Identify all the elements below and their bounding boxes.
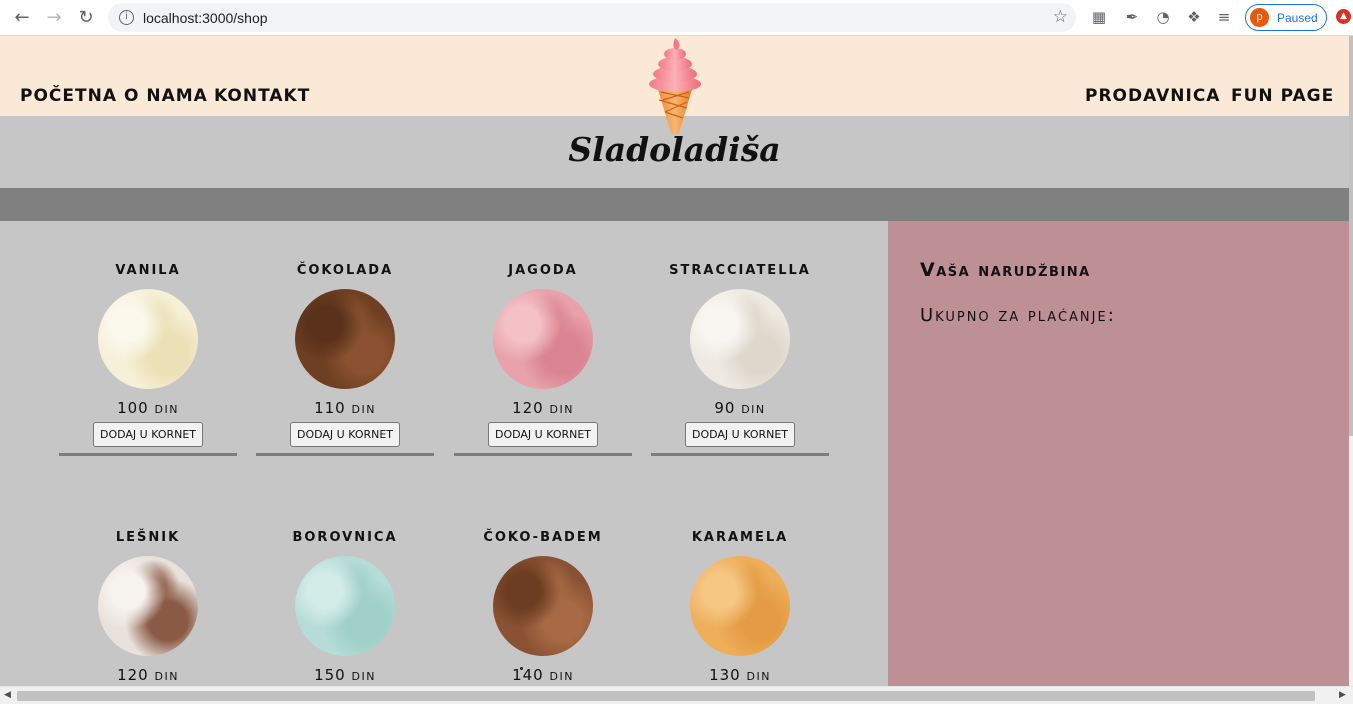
product-price: 150 DIN <box>256 666 434 684</box>
site-info-icon[interactable]: i <box>119 10 134 25</box>
divider-band <box>0 188 1349 221</box>
browser-toolbar: ← → ↻ i localhost:3000/shop ☆ ▦ ✒ ◔ ❖ ≡ … <box>0 0 1353 36</box>
profile-status: Paused <box>1277 10 1318 25</box>
product-name: JAGODA <box>508 263 578 278</box>
nav-link-fun-page[interactable]: FUN PAGE <box>1231 86 1334 106</box>
price-value: 120 <box>512 399 544 417</box>
price-currency: DIN <box>351 670 376 683</box>
price-value: 140 <box>512 666 544 684</box>
separator-dot <box>520 667 523 670</box>
product-card: ČOKO-BADEM140 DINDODAJ U KORNET <box>454 528 632 704</box>
product-card: STRACCIATELLA 90 DIN DODAJ U KORNET <box>651 261 829 456</box>
nav-link-o-nama[interactable]: O NAMA <box>124 86 208 106</box>
price-value: 150 <box>314 666 346 684</box>
order-total-label: Ukupno za plaćanje: <box>920 305 1116 326</box>
product-card: ČOKOLADA 110 DIN DODAJ U KORNET <box>256 261 434 456</box>
url-text[interactable]: localhost:3000/shop <box>143 10 268 26</box>
nav-link-pocetna[interactable]: POČETNA <box>20 86 117 106</box>
add-to-cone-button[interactable]: DODAJ U KORNET <box>289 422 401 447</box>
price-value: 120 <box>117 666 149 684</box>
extension-grid-icon[interactable]: ▦ <box>1089 7 1109 27</box>
scrollbar-thumb[interactable] <box>17 691 1315 701</box>
product-image <box>98 289 198 389</box>
product-price: 120 DIN <box>454 399 632 417</box>
reload-icon[interactable]: ↻ <box>70 2 102 34</box>
price-currency: DIN <box>154 403 179 416</box>
product-image <box>295 289 395 389</box>
site-title: Sladoladiša <box>568 130 781 169</box>
price-currency: DIN <box>154 670 179 683</box>
forward-icon[interactable]: → <box>38 2 70 34</box>
price-currency: DIN <box>549 403 574 416</box>
product-price: 120 DIN <box>59 666 237 684</box>
product-price: 140 DIN <box>454 666 632 684</box>
scroll-right-icon[interactable]: ▶ <box>1339 690 1346 700</box>
nav-link-prodavnica[interactable]: PRODAVNICA <box>1085 86 1220 106</box>
product-price: 90 DIN <box>651 399 829 417</box>
product-card: KARAMELA130 DINDODAJ U KORNET <box>651 528 829 704</box>
product-image <box>493 289 593 389</box>
product-price: 130 DIN <box>651 666 829 684</box>
product-name: VANILA <box>115 263 181 278</box>
order-title: Vaša narudžbina <box>920 259 1091 281</box>
price-value: 130 <box>709 666 741 684</box>
product-image <box>493 556 593 656</box>
add-to-cone-button[interactable]: DODAJ U KORNET <box>487 422 599 447</box>
price-currency: DIN <box>549 670 574 683</box>
product-name: ČOKO-BADEM <box>483 530 603 545</box>
product-image <box>295 556 395 656</box>
ice-cream-cone-logo[interactable] <box>643 36 707 136</box>
card-divider <box>59 453 237 456</box>
product-card: VANILA 100 DIN DODAJ U KORNET <box>59 261 237 456</box>
back-icon[interactable]: ← <box>6 2 38 34</box>
media-control-icon[interactable]: ≡ <box>1214 7 1234 27</box>
price-value: 110 <box>314 399 346 417</box>
eyedropper-icon[interactable]: ✒ <box>1122 7 1142 27</box>
card-divider <box>454 453 632 456</box>
card-divider <box>256 453 434 456</box>
product-card: BOROVNICA150 DINDODAJ U KORNET <box>256 528 434 704</box>
product-name: STRACCIATELLA <box>669 263 811 278</box>
price-currency: DIN <box>746 670 771 683</box>
update-icon[interactable]: ▲ <box>1336 9 1351 24</box>
product-price: 110 DIN <box>256 399 434 417</box>
product-card: JAGODA 120 DIN DODAJ U KORNET <box>454 261 632 456</box>
add-to-cone-button[interactable]: DODAJ U KORNET <box>92 422 204 447</box>
product-name: ČOKOLADA <box>296 263 394 278</box>
price-value: 100 <box>117 399 149 417</box>
add-to-cone-button[interactable]: DODAJ U KORNET <box>684 422 796 447</box>
profile-button[interactable]: p Paused <box>1245 4 1327 31</box>
order-panel: Vaša narudžbina Ukupno za plaćanje: <box>888 221 1349 704</box>
extension-circle-icon[interactable]: ◔ <box>1153 7 1173 27</box>
product-name: KARAMELA <box>691 530 789 545</box>
address-bar[interactable]: i localhost:3000/shop ☆ <box>108 3 1076 32</box>
product-name: BOROVNICA <box>292 530 398 545</box>
bookmark-star-icon[interactable]: ☆ <box>1053 7 1068 27</box>
nav-link-kontakt[interactable]: KONTAKT <box>214 86 310 106</box>
vertical-scrollbar[interactable] <box>1349 36 1353 686</box>
scroll-left-icon[interactable]: ◀ <box>4 690 11 700</box>
horizontal-scrollbar[interactable]: ◀ ▶ <box>0 686 1353 704</box>
price-currency: DIN <box>741 403 766 416</box>
card-divider <box>651 453 829 456</box>
product-name: LEŠNIK <box>115 530 181 545</box>
product-price: 100 DIN <box>59 399 237 417</box>
product-image <box>98 556 198 656</box>
puzzle-icon[interactable]: ❖ <box>1184 7 1204 27</box>
product-image <box>690 289 790 389</box>
price-value: 90 <box>714 399 736 417</box>
product-grid: VANILA 100 DIN DODAJ U KORNET ČOKOLADA 110 D… <box>0 221 888 704</box>
product-image <box>690 556 790 656</box>
page-viewport: POČETNA O NAMA KONTAKT PRODAVNICA FUN PA… <box>0 36 1353 704</box>
avatar: p <box>1250 8 1269 27</box>
price-currency: DIN <box>351 403 376 416</box>
product-card: LEŠNIK120 DINDODAJ U KORNET <box>59 528 237 704</box>
